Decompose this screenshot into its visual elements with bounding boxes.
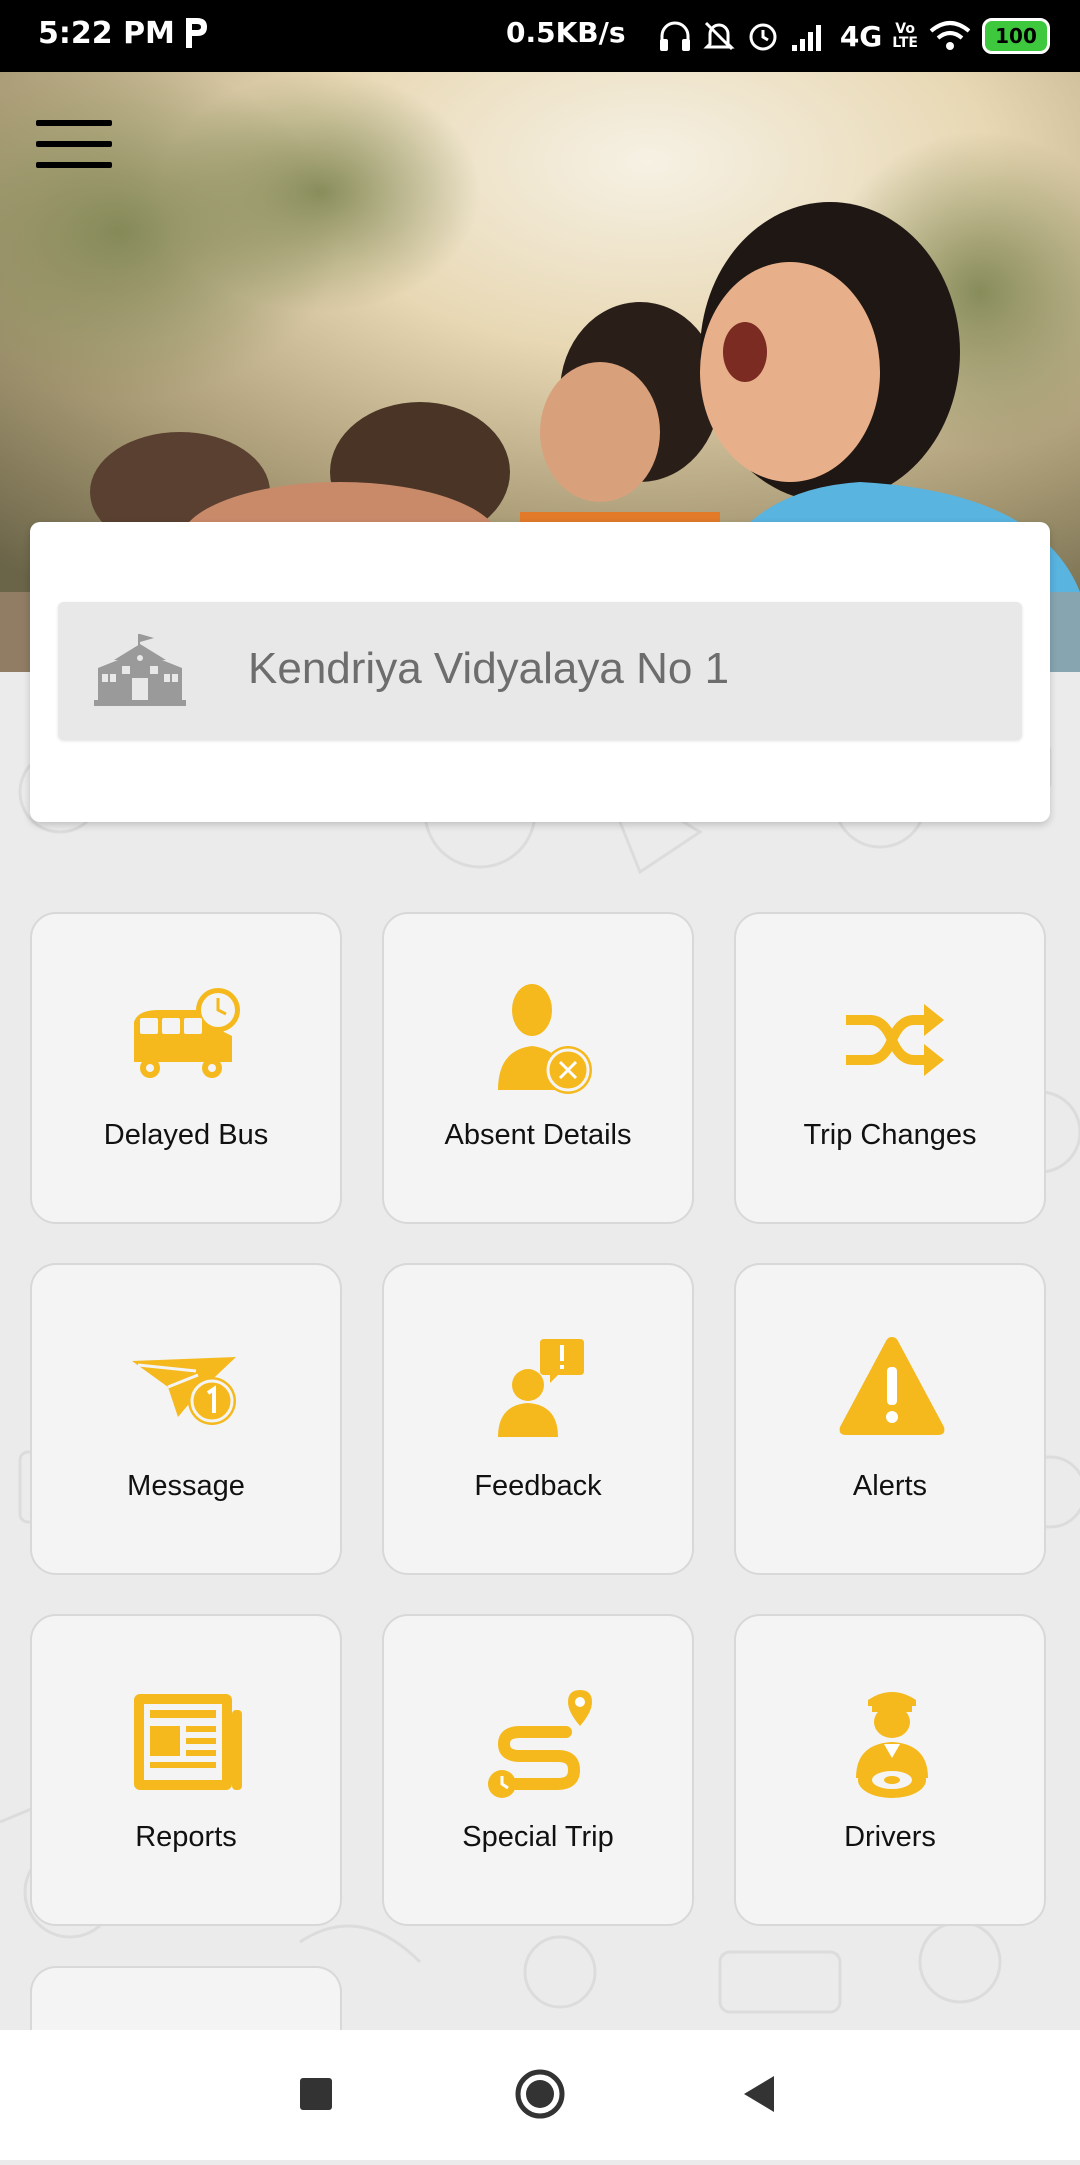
- tile-label: Trip Changes: [803, 1119, 977, 1151]
- driver-icon: [856, 1692, 928, 1798]
- headphones-icon: [659, 21, 690, 51]
- tile-label: Reports: [135, 1821, 237, 1853]
- tile-label: Feedback: [474, 1470, 602, 1502]
- navigation-bar: [0, 2030, 1080, 2160]
- school-card: Kendriya Vidyalaya No 1: [30, 522, 1050, 822]
- volte-indicator: Vo LTE: [892, 21, 918, 51]
- tile-delayed-bus[interactable]: Delayed Bus: [30, 912, 342, 1224]
- status-data-rate: 0.5KB/s: [506, 16, 626, 49]
- shuffle-icon: [846, 1004, 944, 1076]
- alarm-icon: [749, 23, 777, 51]
- tile-drivers[interactable]: Drivers: [734, 1614, 1046, 1926]
- tile-label: Delayed Bus: [103, 1119, 269, 1151]
- tile-label: Absent Details: [444, 1119, 632, 1151]
- tile-label: Alerts: [852, 1470, 928, 1502]
- person-cross-icon: [498, 984, 592, 1094]
- paper-plane-badge-icon: [132, 1357, 236, 1425]
- school-building-icon: [94, 634, 186, 706]
- route-icon: [488, 1690, 592, 1798]
- menu-button[interactable]: [36, 120, 114, 176]
- status-time: 5:22 PM: [38, 16, 175, 51]
- school-name: Kendriya Vidyalaya No 1: [248, 644, 730, 693]
- tile-absent-details[interactable]: Absent Details: [382, 912, 694, 1224]
- battery-indicator: 100: [982, 18, 1050, 54]
- back-button[interactable]: [744, 2076, 774, 2112]
- person-exclamation-icon: [498, 1339, 584, 1437]
- tile-reports[interactable]: Reports: [30, 1614, 342, 1926]
- signal-icon: [791, 25, 821, 51]
- newspaper-icon: [134, 1694, 242, 1790]
- parking-app-icon: [186, 18, 207, 48]
- tile-feedback[interactable]: Feedback: [382, 1263, 694, 1575]
- tile-label: Drivers: [844, 1821, 936, 1853]
- tile-special-trip[interactable]: Special Trip: [382, 1614, 694, 1926]
- tile-trip-changes[interactable]: Trip Changes: [734, 912, 1046, 1224]
- tile-message[interactable]: Message: [30, 1263, 342, 1575]
- school-selector[interactable]: Kendriya Vidyalaya No 1: [58, 602, 1022, 740]
- home-button[interactable]: [515, 2069, 565, 2119]
- tile-label: Message: [127, 1470, 245, 1502]
- tile-partial[interactable]: [30, 1966, 342, 2030]
- status-bar: 5:22 PM 0.5KB/s 4G Vo LTE 100: [0, 0, 1080, 72]
- bell-muted-icon: [703, 21, 735, 51]
- recent-apps-button[interactable]: [300, 2078, 332, 2110]
- warning-triangle-icon: [839, 1337, 945, 1435]
- tile-label: Special Trip: [462, 1821, 614, 1853]
- network-type: 4G: [839, 19, 883, 53]
- wifi-icon: [929, 21, 971, 50]
- tile-alerts[interactable]: Alerts: [734, 1263, 1046, 1575]
- bus-clock-icon: [134, 988, 240, 1078]
